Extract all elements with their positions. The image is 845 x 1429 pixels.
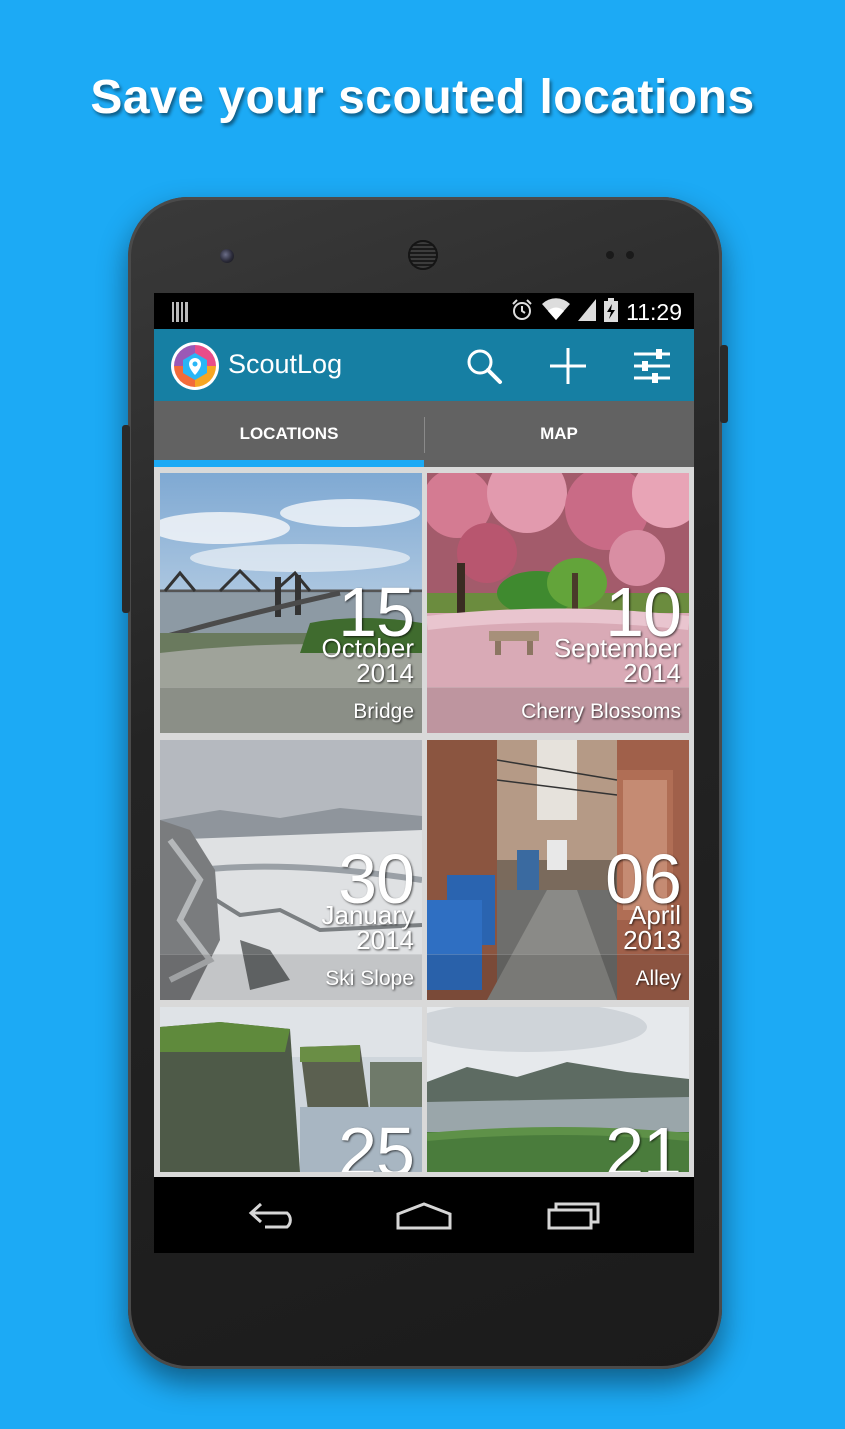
location-year: 2013 xyxy=(623,925,681,955)
location-year: 2014 xyxy=(356,925,414,955)
tab-locations[interactable]: LOCATIONS xyxy=(154,401,424,467)
location-day: 25 xyxy=(338,1113,415,1172)
battery-charging-icon xyxy=(604,298,619,327)
alarm-icon xyxy=(510,298,534,327)
search-icon xyxy=(467,349,502,384)
headline: Save your scouted locations xyxy=(90,71,755,124)
status-bar: 11:29 xyxy=(154,293,694,329)
location-name: Cherry Blossoms xyxy=(521,700,681,723)
location-year: 2014 xyxy=(356,658,414,688)
wifi-icon xyxy=(542,298,571,327)
home-icon xyxy=(396,1202,452,1230)
clock-time: 11:29 xyxy=(626,299,682,325)
tab-map[interactable]: MAP xyxy=(424,401,694,467)
tab-selected-indicator xyxy=(154,460,424,467)
search-button[interactable] xyxy=(460,342,508,390)
location-year: 2014 xyxy=(623,658,681,688)
proximity-sensor xyxy=(606,251,614,259)
filter-settings-button[interactable] xyxy=(628,342,676,390)
volume-button xyxy=(122,425,130,613)
location-card[interactable]: 15 October 2014 Bridge xyxy=(160,473,422,733)
location-name: Alley xyxy=(635,967,681,990)
app-title: ScoutLog xyxy=(228,349,343,379)
tab-bar: LOCATIONS MAP xyxy=(154,401,694,467)
signal-icon xyxy=(578,299,597,326)
app-bar: ScoutLog xyxy=(154,329,694,401)
location-day: 21 xyxy=(605,1113,682,1172)
recents-icon xyxy=(547,1202,600,1230)
back-button[interactable] xyxy=(244,1195,304,1235)
location-name: Ski Slope xyxy=(325,967,414,990)
power-button xyxy=(720,345,728,423)
phone-screen: 11:29 ScoutLog LOCATIONS MAP 15 October … xyxy=(154,293,694,1253)
location-name: Bridge xyxy=(353,700,414,723)
recents-button[interactable] xyxy=(544,1195,604,1235)
back-icon xyxy=(248,1202,292,1229)
earpiece-speaker xyxy=(408,240,438,270)
front-camera xyxy=(220,249,234,263)
locations-grid: 15 October 2014 Bridge 10 September 2014… xyxy=(154,467,694,1172)
barcode-icon xyxy=(172,302,190,327)
add-icon xyxy=(550,348,586,384)
filter-sliders-icon xyxy=(634,349,670,383)
scoutlog-logo-icon[interactable] xyxy=(171,342,219,390)
phone-frame: 11:29 ScoutLog LOCATIONS MAP 15 October … xyxy=(122,197,728,1369)
location-card[interactable]: 25 xyxy=(160,1007,422,1172)
add-location-button[interactable] xyxy=(544,342,592,390)
light-sensor xyxy=(626,251,634,259)
navigation-bar xyxy=(154,1177,694,1253)
home-button[interactable] xyxy=(394,1195,454,1235)
location-card[interactable]: 21 xyxy=(427,1007,689,1172)
location-card[interactable]: 30 January 2014 Ski Slope xyxy=(160,740,422,1000)
location-card[interactable]: 06 April 2013 Alley xyxy=(427,740,689,1000)
location-card[interactable]: 10 September 2014 Cherry Blossoms xyxy=(427,473,689,733)
